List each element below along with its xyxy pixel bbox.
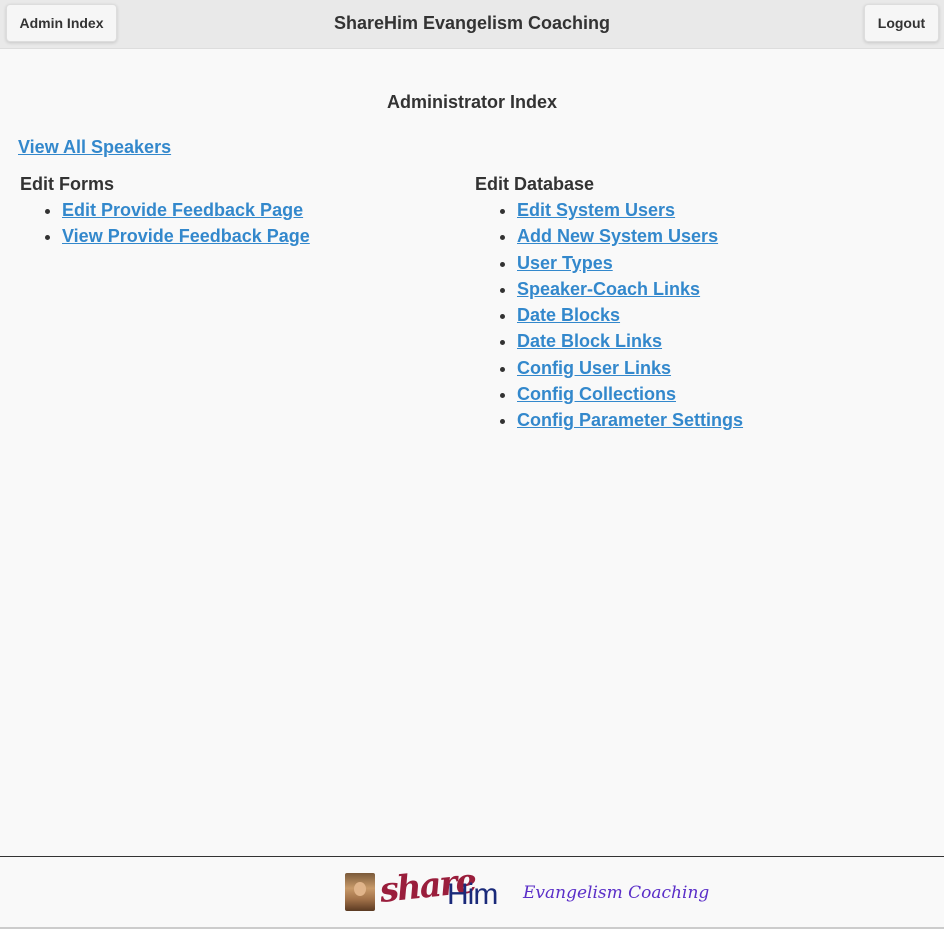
administrator-index-heading: Administrator Index (386, 92, 558, 112)
list-item: Date Blocks (517, 305, 743, 325)
page-title: ShareHim Evangelism Coaching (333, 13, 611, 33)
edit-forms-list: Edit Provide Feedback Page View Provide … (20, 200, 310, 246)
jesus-portrait-icon (345, 873, 375, 911)
list-item: View Provide Feedback Page (62, 226, 310, 246)
date-block-links-link[interactable]: Date Block Links (517, 331, 662, 351)
edit-database-heading: Edit Database (475, 174, 595, 194)
user-types-link[interactable]: User Types (517, 253, 613, 273)
edit-system-users-link[interactable]: Edit System Users (517, 200, 675, 220)
config-user-links-link[interactable]: Config User Links (517, 358, 671, 378)
logout-button[interactable]: Logout (864, 4, 939, 42)
footer: share Him Evangelism Coaching (0, 856, 944, 929)
speaker-coach-links-link[interactable]: Speaker-Coach Links (517, 279, 700, 299)
config-collections-link[interactable]: Config Collections (517, 384, 676, 404)
view-all-speakers-link[interactable]: View All Speakers (18, 137, 171, 158)
edit-forms-section: Edit Forms Edit Provide Feedback Page Vi… (20, 174, 310, 253)
list-item: Config Collections (517, 384, 743, 404)
list-item: Edit System Users (517, 200, 743, 220)
date-blocks-link[interactable]: Date Blocks (517, 305, 620, 325)
portrait-face (354, 882, 366, 896)
logo-tagline: Evangelism Coaching (523, 883, 710, 903)
list-item: Date Block Links (517, 331, 743, 351)
list-item: Config User Links (517, 358, 743, 378)
list-item: Speaker-Coach Links (517, 279, 743, 299)
logo-him-text: Him (447, 878, 498, 911)
edit-provide-feedback-page-link[interactable]: Edit Provide Feedback Page (62, 200, 303, 220)
header-bar: Admin Index ShareHim Evangelism Coaching… (0, 0, 944, 49)
view-provide-feedback-page-link[interactable]: View Provide Feedback Page (62, 226, 310, 246)
edit-forms-heading: Edit Forms (20, 174, 115, 194)
list-item: Edit Provide Feedback Page (62, 200, 310, 220)
edit-database-list: Edit System Users Add New System Users U… (475, 200, 743, 430)
config-parameter-settings-link[interactable]: Config Parameter Settings (517, 410, 743, 430)
sharehim-logo: share Him Evangelism Coaching (344, 861, 709, 915)
list-item: Config Parameter Settings (517, 410, 743, 430)
page: Admin Index ShareHim Evangelism Coaching… (0, 0, 944, 929)
list-item: Add New System Users (517, 226, 743, 246)
list-item: User Types (517, 253, 743, 273)
add-new-system-users-link[interactable]: Add New System Users (517, 226, 718, 246)
edit-database-section: Edit Database Edit System Users Add New … (475, 174, 743, 437)
